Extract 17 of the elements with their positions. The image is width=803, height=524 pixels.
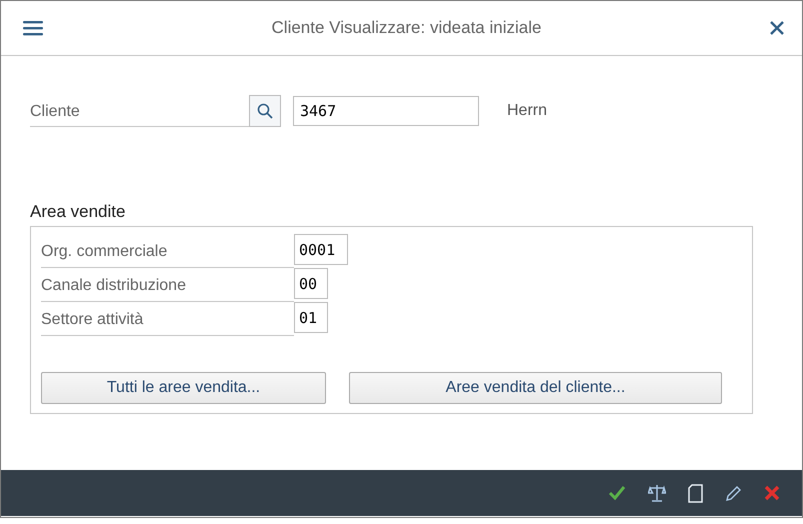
pencil-icon[interactable]: [725, 484, 742, 502]
menu-icon[interactable]: [23, 20, 43, 36]
input-field[interactable]: 01: [294, 302, 328, 333]
checkmark-icon[interactable]: [608, 485, 626, 501]
input-field[interactable]: 00: [294, 268, 328, 299]
push-button[interactable]: Aree vendita del cliente...: [349, 372, 722, 404]
push-button[interactable]: Tutti le aree vendita...: [41, 372, 326, 404]
search-icon: [257, 103, 273, 119]
scales-icon[interactable]: [648, 484, 666, 502]
customer-description: Herrn: [507, 102, 548, 120]
section-title: Area vendite: [30, 202, 126, 222]
customer-input-field[interactable]: 3467: [293, 96, 479, 126]
input-field[interactable]: 0001: [294, 234, 348, 265]
window-title: Cliente Visualizzare: videata iniziale: [270, 18, 542, 38]
close-icon[interactable]: [770, 21, 784, 35]
search-button[interactable]: [249, 95, 281, 127]
document-icon[interactable]: [688, 484, 703, 502]
